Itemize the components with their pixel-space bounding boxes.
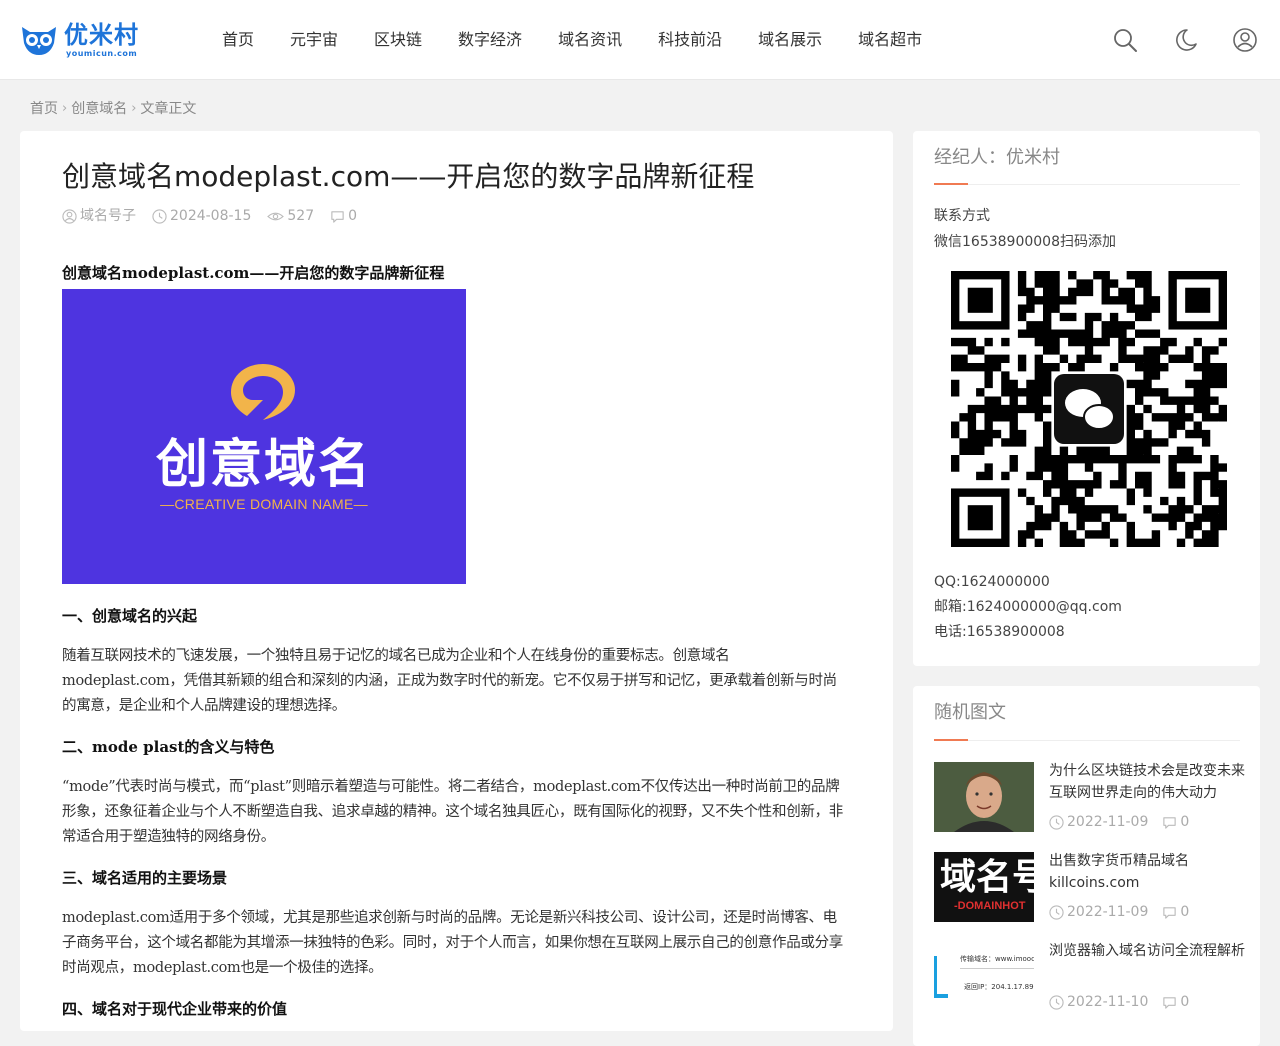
qq-text: QQ:1624000000 xyxy=(934,574,1050,590)
post-comments: 0 xyxy=(1180,814,1190,830)
post-date: 2022-11-09 xyxy=(1067,904,1149,920)
comment-icon xyxy=(331,210,344,223)
banner-subtitle: —CREATIVE DOMAIN NAME— xyxy=(160,496,368,512)
section-heading: 一、创意域名的兴起 xyxy=(62,607,198,625)
comment-icon xyxy=(1163,996,1177,1009)
location-pin-logo-icon xyxy=(231,364,295,420)
user-icon xyxy=(62,208,77,224)
thumb-line-2: 返回IP：204.1.17.89 xyxy=(964,983,1034,991)
thumb-line-1: 传输域名：www.imooc.co xyxy=(960,955,1034,963)
eye-icon xyxy=(267,212,285,220)
agent-card: 经纪人：优米村 联系方式 微信16538900008扫码添加 QQ:162400… xyxy=(913,131,1260,666)
agent-title: 经纪人：优米村 xyxy=(934,147,1060,168)
wechat-qr-code xyxy=(951,271,1227,547)
meta-author[interactable]: 域名号子 xyxy=(62,206,136,226)
clock-icon xyxy=(152,208,167,224)
title-accent xyxy=(934,739,968,741)
email-text: 邮箱:1624000000@qq.com xyxy=(934,599,1122,615)
post-title[interactable]: 出售数字货币精品域名killcoins.com xyxy=(1049,850,1245,894)
nav-item-metaverse[interactable]: 元宇宙 xyxy=(272,0,356,80)
section-paragraph: 随着互联网技术的飞速发展，一个独特且易于记忆的域名已成为企业和个人在线身份的重要… xyxy=(62,648,837,714)
views-count: 527 xyxy=(287,208,315,224)
main-nav: 首页 元宇宙 区块链 数字经济 域名资讯 科技前沿 域名展示 域名超市 xyxy=(204,0,940,80)
breadcrumb-current: 文章正文 xyxy=(140,101,197,117)
comment-icon xyxy=(1163,816,1177,829)
list-item[interactable]: 域名号 -DOMAINHOT 出售数字货币精品域名killcoins.com 2… xyxy=(934,852,1240,922)
nav-item-digital-economy[interactable]: 数字经济 xyxy=(440,0,540,80)
post-thumbnail[interactable] xyxy=(934,762,1034,832)
comments-count: 0 xyxy=(348,208,358,224)
chevron-right-icon: › xyxy=(131,101,137,116)
thumb-subtext: -DOMAINHOT xyxy=(954,900,1026,912)
post-date: 2022-11-09 xyxy=(1067,814,1149,830)
post-meta: 2022-11-10 0 xyxy=(1049,992,1203,1012)
section-paragraph: modeplast.com适用于多个领域，尤其是那些追求创新与时尚的品牌。无论是… xyxy=(62,910,843,976)
date-text: 2024-08-15 xyxy=(170,208,252,224)
chevron-right-icon: › xyxy=(62,101,68,116)
nav-item-home[interactable]: 首页 xyxy=(204,0,272,80)
breadcrumb-home[interactable]: 首页 xyxy=(30,99,58,119)
banner-title: 创意域名 xyxy=(155,434,372,495)
post-thumbnail[interactable]: 传输域名：www.imooc.co 返回IP：204.1.17.89 xyxy=(934,942,1034,1012)
clock-icon xyxy=(1049,994,1064,1010)
post-meta: 2022-11-09 0 xyxy=(1049,902,1203,922)
article-banner-image: 创意域名 —CREATIVE DOMAIN NAME— xyxy=(62,289,466,584)
post-title[interactable]: 浏览器输入域名访问全流程解析 xyxy=(1049,940,1245,962)
divider xyxy=(934,184,1240,185)
article-card: 创意域名modeplast.com——开启您的数字品牌新征程 域名号子 2024… xyxy=(20,131,893,1031)
post-meta: 2022-11-09 0 xyxy=(1049,812,1203,832)
breadcrumb: 首页 › 创意域名 › 文章正文 xyxy=(30,99,196,119)
owl-logo-icon xyxy=(22,27,56,55)
nav-item-blockchain[interactable]: 区块链 xyxy=(356,0,440,80)
post-title[interactable]: 为什么区块链技术会是改变未来互联网世界走向的伟大动力 xyxy=(1049,760,1245,804)
clock-icon xyxy=(1049,814,1064,830)
wechat-text: 微信16538900008扫码添加 xyxy=(934,234,1116,250)
divider xyxy=(934,740,1240,741)
article-lead: 创意域名modeplast.com——开启您的数字品牌新征程 xyxy=(62,261,850,285)
article-title: 创意域名modeplast.com——开启您的数字品牌新征程 xyxy=(62,160,755,193)
post-comments: 0 xyxy=(1180,994,1190,1010)
post-date: 2022-11-10 xyxy=(1067,994,1149,1010)
post-thumbnail[interactable]: 域名号 -DOMAINHOT xyxy=(934,852,1034,922)
section-heading: 二、mode plast的含义与特色 xyxy=(62,738,275,756)
section-heading: 四、域名对于现代企业带来的价值 xyxy=(62,1000,288,1018)
breadcrumb-category[interactable]: 创意域名 xyxy=(71,99,127,119)
meta-date: 2024-08-15 xyxy=(152,206,251,226)
meta-views: 527 xyxy=(267,206,314,226)
logo-subtext: youmicun.com xyxy=(66,49,138,58)
site-header: 优米村 youmicun.com 首页 元宇宙 区块链 数字经济 域名资讯 科技… xyxy=(0,0,1280,80)
article-content: 创意域名modeplast.com——开启您的数字品牌新征程 创意域名 —CRE… xyxy=(62,261,850,1021)
logo-text: 优米村 xyxy=(64,21,139,49)
site-logo[interactable]: 优米村 youmicun.com xyxy=(20,20,160,60)
portrait-image xyxy=(934,762,1034,832)
meta-comments[interactable]: 0 xyxy=(330,206,357,226)
nav-item-domain-showcase[interactable]: 域名展示 xyxy=(740,0,840,80)
section-paragraph: “mode”代表时尚与模式，而“plast”则暗示着塑造与可能性。将二者结合，m… xyxy=(62,779,843,845)
random-title: 随机图文 xyxy=(934,702,1006,723)
section-heading: 三、域名适用的主要场景 xyxy=(62,869,228,887)
contact-label: 联系方式 xyxy=(934,208,990,224)
phone-text: 电话:16538900008 xyxy=(934,624,1065,640)
comment-icon xyxy=(1163,906,1177,919)
author-name: 域名号子 xyxy=(80,208,136,224)
list-item[interactable]: 传输域名：www.imooc.co 返回IP：204.1.17.89 浏览器输入… xyxy=(934,942,1245,1012)
article-meta: 域名号子 2024-08-15 527 0 xyxy=(62,206,373,226)
nav-item-domain-market[interactable]: 域名超市 xyxy=(840,0,940,80)
clock-icon xyxy=(1049,904,1064,920)
thumb-text: 域名号 xyxy=(940,857,1034,898)
list-item[interactable]: 为什么区块链技术会是改变未来互联网世界走向的伟大动力 2022-11-09 0 xyxy=(934,762,1245,832)
moon-icon[interactable] xyxy=(1173,27,1199,53)
user-icon[interactable] xyxy=(1232,27,1258,53)
nav-item-domain-news[interactable]: 域名资讯 xyxy=(540,0,640,80)
post-comments: 0 xyxy=(1180,904,1190,920)
nav-item-tech-frontier[interactable]: 科技前沿 xyxy=(640,0,740,80)
random-posts-card: 随机图文 为什么区块链技术会是改变未来互联网世界走向的伟大动力 2022-11-… xyxy=(913,686,1260,1046)
search-icon[interactable] xyxy=(1112,27,1138,53)
article-lead-text: 创意域名modeplast.com——开启您的数字品牌新征程 xyxy=(62,264,445,282)
title-accent xyxy=(934,183,968,185)
